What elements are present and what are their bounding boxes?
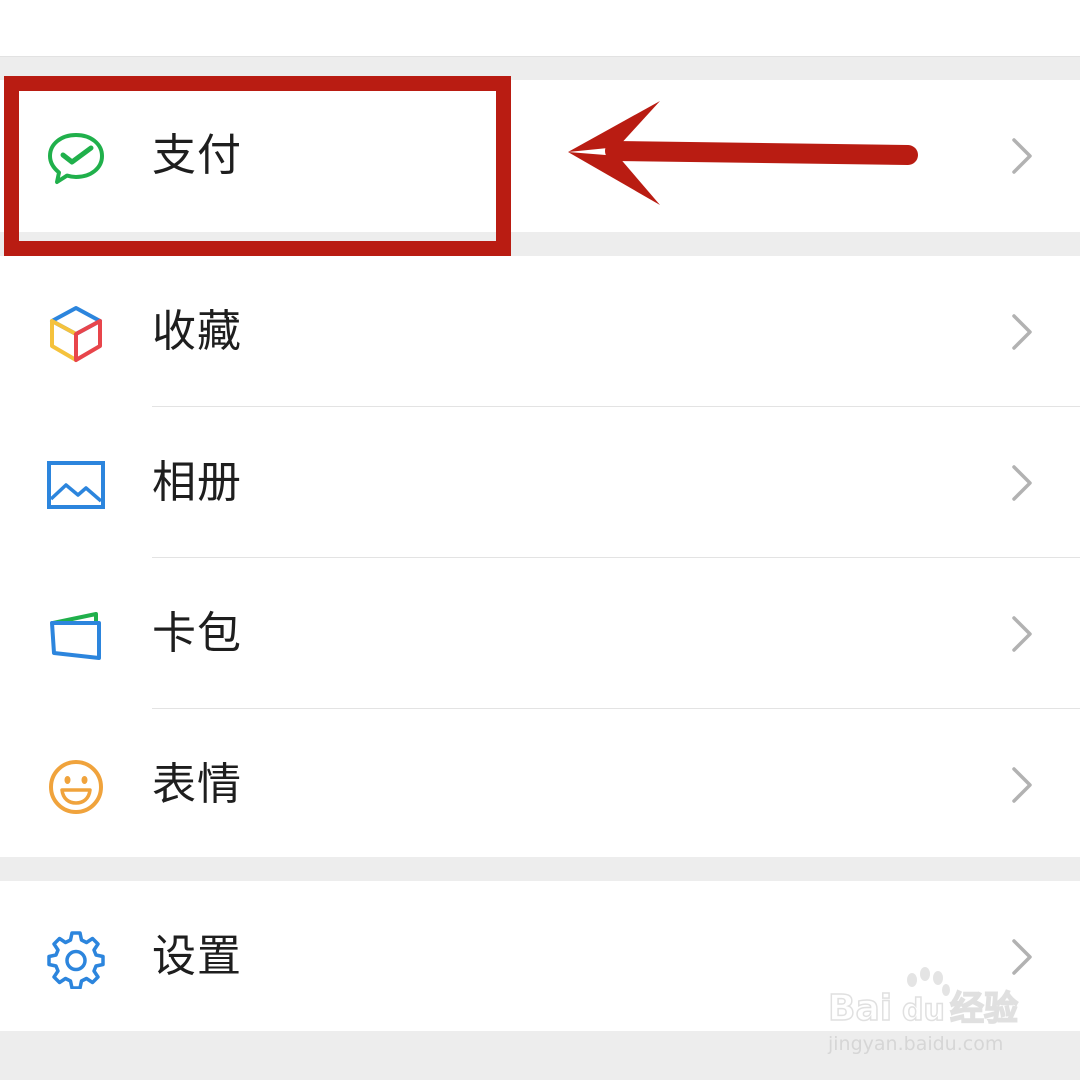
watermark-brand: Bai <box>828 988 892 1029</box>
menu-item-album-label: 相册 <box>152 457 242 508</box>
watermark-url: jingyan.baidu.com <box>827 1033 1003 1055</box>
top-card <box>0 0 1080 57</box>
watermark-product: 经验 <box>950 989 1018 1029</box>
baidu-jingyan-watermark: Bai du 经验 jingyan.baidu.com <box>827 967 1019 1055</box>
emoji-smile-icon <box>49 760 103 814</box>
chevron-right-icon <box>1012 138 1032 174</box>
features-group: 收藏 相册 卡包 表情 <box>0 256 1080 857</box>
chevron-right-icon <box>1012 314 1032 350</box>
menu-item-stickers-label: 表情 <box>152 759 242 810</box>
chevron-right-icon <box>1012 767 1032 803</box>
annotation-highlight-box <box>4 76 511 256</box>
chevron-right-icon <box>1012 616 1032 652</box>
card-wallet-icon <box>50 612 101 660</box>
gear-icon <box>47 931 105 989</box>
menu-item-favorites-label: 收藏 <box>152 306 242 357</box>
menu-item-album[interactable]: 相册 <box>0 407 1080 558</box>
menu-item-card-wallet-label: 卡包 <box>152 608 242 659</box>
menu-item-settings-label: 设置 <box>152 931 242 982</box>
menu-item-favorites[interactable]: 收藏 <box>0 256 1080 407</box>
menu-item-card-wallet[interactable]: 卡包 <box>0 558 1080 709</box>
annotation-arrow-icon <box>568 101 918 205</box>
watermark-brand-suffix: du <box>902 993 945 1028</box>
album-image-icon <box>47 461 105 509</box>
menu-item-stickers[interactable]: 表情 <box>0 709 1080 860</box>
chevron-right-icon <box>1012 465 1032 501</box>
favorites-cube-icon <box>50 306 102 362</box>
